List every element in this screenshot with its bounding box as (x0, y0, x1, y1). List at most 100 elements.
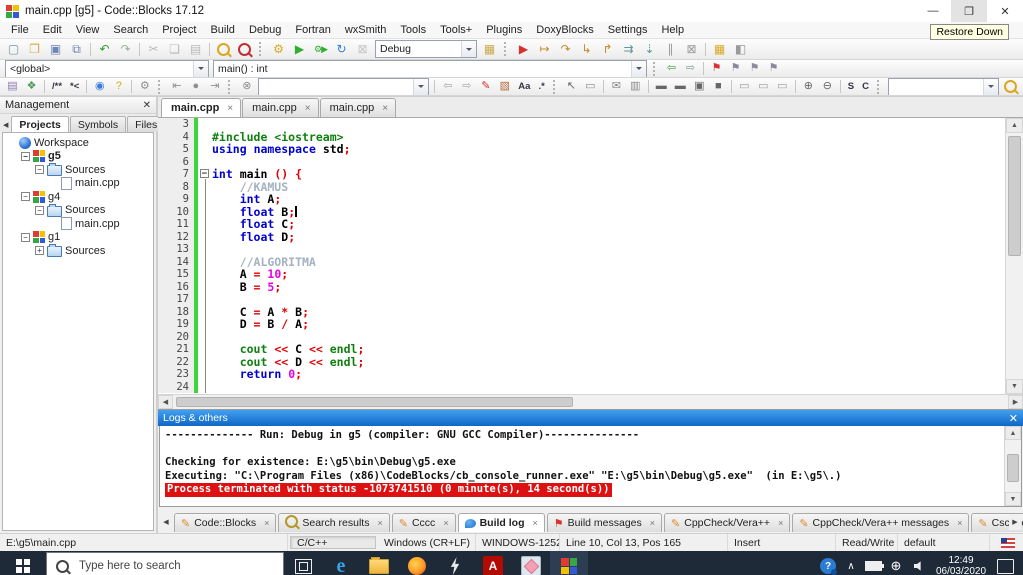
restore-button[interactable]: ❐ (951, 0, 987, 22)
network-icon[interactable]: ⊕ (885, 551, 907, 575)
taskbar-file-explorer[interactable] (360, 551, 398, 575)
code-editor[interactable]: 3 4 #include <iostream> 5 using namespace st… (158, 118, 1005, 394)
doxy-run-html-icon[interactable]: ❖ (22, 79, 41, 95)
editor-tab-2[interactable]: main.cpp × (319, 98, 397, 117)
taskbar-lightning-app[interactable] (436, 551, 474, 575)
find-icon[interactable] (213, 41, 234, 57)
save-all-icon[interactable]: ⧉ (66, 41, 87, 57)
compiler-targets-icon[interactable]: ▦ (479, 41, 500, 57)
open-file-icon[interactable]: ❒ (24, 41, 45, 57)
menu-file[interactable]: File (4, 24, 36, 36)
abort-icon[interactable]: ⊠ (352, 41, 373, 57)
tree-item-sources[interactable]: − Sources (3, 203, 153, 218)
next-instruction-icon[interactable]: ⇉ (618, 41, 639, 57)
tree-item-g5[interactable]: − g5 (3, 150, 153, 164)
close-tab-icon[interactable]: × (305, 103, 311, 114)
envelope-icon[interactable]: ✉ (607, 79, 626, 95)
tab-symbols[interactable]: Symbols (69, 116, 127, 132)
close-tab-icon[interactable]: × (650, 518, 655, 528)
doxy-help-icon[interactable]: ? (109, 79, 128, 95)
tree-item-sources[interactable]: − Sources (3, 163, 153, 177)
fold-collapse-icon[interactable] (198, 168, 212, 181)
menu-edit[interactable]: Edit (36, 24, 69, 36)
pause-icon[interactable]: ∥ (660, 41, 681, 57)
scrollbar-thumb[interactable] (1008, 136, 1021, 256)
symbol-select[interactable]: main() : int (213, 60, 647, 77)
collapse-icon[interactable]: − (35, 205, 44, 215)
debug-info-icon[interactable]: ◧ (730, 41, 751, 57)
close-tab-icon[interactable]: × (264, 518, 269, 528)
clear-bookmarks-icon[interactable]: ⚑ (764, 61, 783, 77)
menu-settings[interactable]: Settings (601, 24, 655, 36)
start-button[interactable] (0, 551, 46, 575)
menu-doxyblocks[interactable]: DoxyBlocks (529, 24, 600, 36)
taskbar-diagram-app[interactable] (512, 551, 550, 575)
collapse-icon[interactable]: − (21, 151, 30, 161)
tree-item-g4[interactable]: − g4 (3, 190, 153, 204)
spell-search-icon[interactable] (1001, 79, 1020, 95)
doxy-block-comment-button[interactable]: /** (48, 81, 66, 92)
incsearch-input[interactable] (258, 78, 430, 95)
undo-icon[interactable]: ↶ (94, 41, 115, 57)
highlight-icon[interactable]: ✎ (476, 79, 495, 95)
dropdown-arrow-icon[interactable] (631, 60, 646, 77)
log-tab-code-blocks[interactable]: ✎ Code::Blocks × (174, 513, 277, 532)
scrollbar-thumb[interactable] (1007, 454, 1019, 482)
help-tray-icon[interactable]: ? (815, 551, 841, 575)
layout-top-icon[interactable]: ▬ (652, 79, 671, 95)
menu-tools[interactable]: Tools+ (433, 24, 479, 36)
close-tab-icon[interactable]: × (227, 103, 233, 114)
next-line-icon[interactable]: ↷ (555, 41, 576, 57)
menu-help[interactable]: Help (654, 24, 691, 36)
incsearch-first-icon[interactable]: ⇤ (167, 79, 186, 95)
step-into-instruction-icon[interactable]: ⇣ (639, 41, 660, 57)
dropdown-arrow-icon[interactable] (983, 78, 999, 95)
zoom-out-icon[interactable]: ⊖ (818, 79, 837, 95)
taskbar-acrobat[interactable] (474, 551, 512, 575)
cut-icon[interactable]: ✂ (143, 41, 164, 57)
step-into-icon[interactable]: ↳ (576, 41, 597, 57)
new-file-icon[interactable]: ▢ (3, 41, 24, 57)
close-button[interactable]: ✕ (987, 0, 1023, 22)
incsearch-next-icon[interactable]: ⇨ (457, 79, 476, 95)
taskbar-search[interactable] (46, 552, 284, 575)
layout-bottom-icon[interactable]: ▬ (671, 79, 690, 95)
stop-debugger-icon[interactable]: ⊠ (681, 41, 702, 57)
frame-c-icon[interactable]: ▭ (773, 79, 792, 95)
search-input[interactable] (77, 559, 274, 573)
pointer-icon[interactable]: ↖ (562, 79, 581, 95)
editor-tab-0[interactable]: main.cpp × (161, 98, 242, 117)
tree-item-main-cpp[interactable]: main.cpp (3, 176, 153, 191)
taskbar-codeblocks[interactable] (550, 551, 588, 575)
scope-select[interactable]: <global> (5, 60, 209, 77)
build-target-select[interactable]: Debug (375, 40, 477, 58)
next-bookmark-icon[interactable]: ⚑ (745, 61, 764, 77)
run-to-cursor-icon[interactable]: ↦ (534, 41, 555, 57)
action-center-icon[interactable] (991, 551, 1019, 575)
image-icon[interactable]: ▥ (626, 79, 645, 95)
menu-wxsmith[interactable]: wxSmith (338, 24, 394, 36)
log-tab-build-messages[interactable]: ⚑ Build messages × (546, 513, 663, 532)
doxy-comment-icon[interactable]: ◉ (90, 79, 109, 95)
tree-item-workspace[interactable]: Workspace (3, 136, 153, 150)
minimize-button[interactable]: — (915, 0, 951, 22)
goto-prev-change-icon[interactable]: ⇦ (662, 61, 681, 77)
incsearch-center-icon[interactable]: ● (186, 79, 205, 95)
taskbar-clock[interactable]: 12:49 06/03/2020 (931, 555, 991, 575)
close-tab-icon[interactable]: × (778, 518, 783, 528)
dropdown-arrow-icon[interactable] (193, 60, 208, 77)
toggle-bookmark-icon[interactable]: ⚑ (707, 61, 726, 77)
thesaurus-button[interactable]: C (858, 81, 873, 92)
taskbar-task-view[interactable] (284, 551, 322, 575)
tabs-scroll-right-icon[interactable]: ▶ (1009, 514, 1021, 530)
rebuild-icon[interactable]: ↻ (331, 41, 352, 57)
menu-view[interactable]: View (69, 24, 107, 36)
log-tab-cccc[interactable]: ✎ Cccc × (391, 513, 456, 532)
close-tab-icon[interactable]: × (957, 518, 962, 528)
zoom-in-icon[interactable]: ⊕ (799, 79, 818, 95)
dropdown-arrow-icon[interactable] (413, 78, 429, 95)
log-vertical-scrollbar[interactable]: ▲ ▼ (1004, 426, 1021, 506)
replace-icon[interactable] (234, 41, 255, 57)
frame-b-icon[interactable]: ▭ (754, 79, 773, 95)
menu-plugins[interactable]: Plugins (479, 24, 529, 36)
